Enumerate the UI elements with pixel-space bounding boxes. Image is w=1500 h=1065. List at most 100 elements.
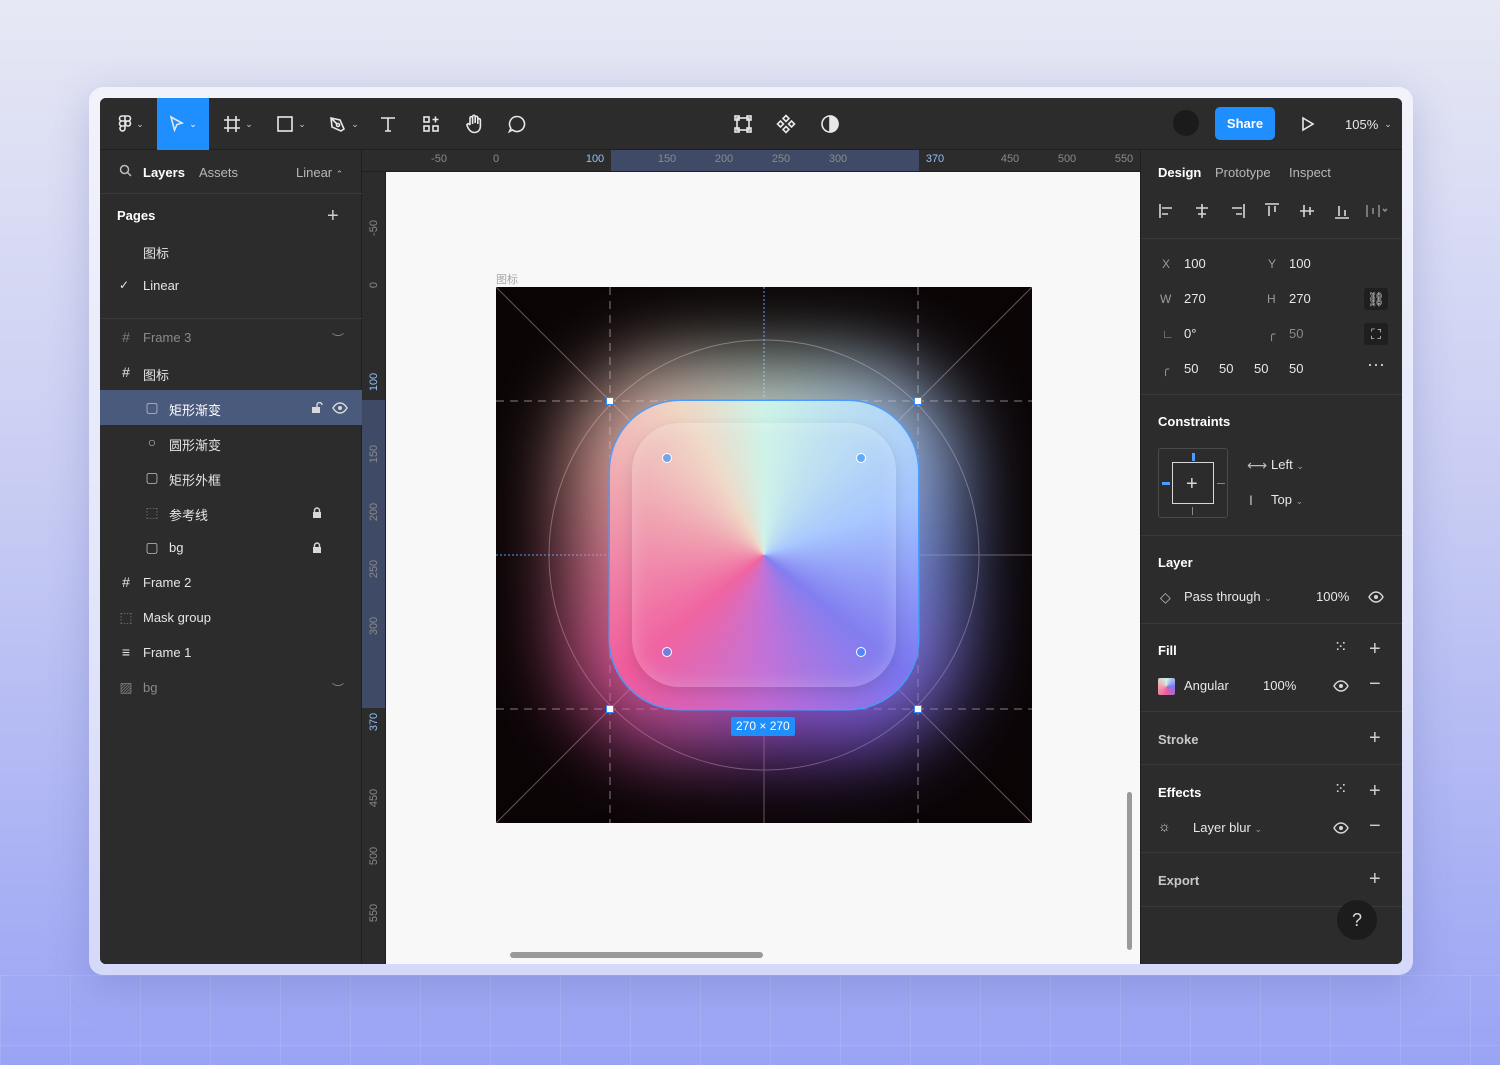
sun-icon[interactable]: ☼ [1158, 818, 1171, 834]
unlock-icon[interactable] [311, 402, 323, 414]
constraint-right-marker[interactable] [1217, 483, 1225, 484]
blend-mode-select[interactable]: Pass through ⌄ [1184, 589, 1272, 604]
constraint-top-marker[interactable] [1192, 453, 1195, 461]
resize-handle-top-left[interactable] [606, 397, 614, 405]
shape-tool-button[interactable]: ⌄ [270, 98, 312, 150]
layer-row[interactable]: ⬚ 参考线 [100, 495, 362, 530]
vertical-constraint-select[interactable]: Top ⌄ [1271, 492, 1303, 507]
tab-layers[interactable]: Layers [143, 165, 185, 180]
horizontal-scrollbar[interactable] [510, 952, 763, 958]
effect-type-select[interactable]: Layer blur ⌄ [1193, 820, 1262, 835]
share-button[interactable]: Share [1215, 107, 1275, 140]
tab-assets[interactable]: Assets [199, 165, 238, 180]
corner-br-input[interactable]: 50 [1254, 361, 1268, 376]
constrain-proportions-icon[interactable]: ⛓ [1364, 288, 1388, 310]
corner-bl-input[interactable]: 50 [1289, 361, 1303, 376]
mask-button[interactable] [817, 98, 843, 150]
lock-icon[interactable] [312, 542, 322, 554]
present-button[interactable] [1294, 98, 1320, 150]
layer-row[interactable]: ≡ Frame 1 [100, 635, 362, 670]
horizontal-constraint-select[interactable]: Left ⌄ [1271, 457, 1304, 472]
tab-inspect[interactable]: Inspect [1289, 165, 1331, 180]
artboard-frame[interactable]: 270 × 270 [496, 287, 1032, 823]
independent-corners-icon[interactable]: ⛶ [1364, 323, 1388, 345]
hand-tool-button[interactable] [461, 98, 487, 150]
align-vertical-center-icon[interactable] [1298, 202, 1316, 220]
help-button[interactable]: ? [1337, 900, 1377, 940]
layer-row[interactable]: ▨ bg ︶ [100, 670, 362, 705]
resize-handle-bottom-left[interactable] [606, 705, 614, 713]
create-component-button[interactable] [773, 98, 799, 150]
page-item-linear[interactable]: Linear [143, 278, 179, 293]
eye-icon[interactable] [1333, 822, 1349, 834]
distribute-icon[interactable] [1365, 202, 1391, 220]
layer-row[interactable]: ○ 圆形渐变 [100, 425, 362, 460]
layer-row[interactable]: # Frame 3 ︶ [100, 320, 362, 355]
styles-grid-icon[interactable]: ⁙ [1334, 640, 1347, 656]
tab-prototype[interactable]: Prototype [1215, 165, 1271, 180]
main-menu-button[interactable]: ⌄ [110, 98, 152, 150]
remove-fill-icon[interactable]: − [1369, 674, 1381, 694]
align-left-icon[interactable] [1158, 202, 1176, 220]
width-input[interactable]: 270 [1184, 291, 1206, 306]
page-item-icons[interactable]: 图标 [143, 243, 169, 262]
search-icon[interactable] [119, 164, 132, 177]
constraint-widget[interactable]: + [1158, 448, 1228, 518]
radius-handle[interactable] [662, 647, 672, 657]
constraint-left-marker[interactable] [1162, 482, 1170, 485]
styles-grid-icon[interactable]: ⁙ [1334, 782, 1347, 798]
layer-row[interactable]: ▢ bg [100, 530, 362, 565]
rotation-input[interactable]: 0° [1184, 326, 1196, 341]
comment-tool-button[interactable] [504, 98, 530, 150]
add-effect-icon[interactable]: + [1369, 781, 1381, 801]
eye-icon[interactable] [1368, 591, 1384, 603]
align-right-icon[interactable] [1228, 202, 1246, 220]
eye-icon[interactable] [332, 402, 348, 414]
lock-icon[interactable] [312, 507, 322, 519]
eye-icon[interactable] [1333, 680, 1349, 692]
hidden-eye-icon[interactable]: ︶ [332, 680, 344, 697]
fill-opacity-input[interactable]: 100% [1263, 678, 1296, 693]
hidden-eye-icon[interactable]: ︶ [332, 330, 344, 347]
layer-row[interactable]: # 图标 [100, 355, 362, 390]
x-input[interactable]: 100 [1184, 256, 1206, 271]
avatar[interactable] [1173, 110, 1199, 136]
resize-handle-top-right[interactable] [914, 397, 922, 405]
fill-type-label[interactable]: Angular [1184, 678, 1229, 693]
align-bottom-icon[interactable] [1333, 202, 1351, 220]
corner-tl-input[interactable]: 50 [1184, 361, 1198, 376]
add-export-icon[interactable]: + [1369, 869, 1381, 889]
add-stroke-icon[interactable]: + [1369, 728, 1381, 748]
layer-opacity-input[interactable]: 100% [1316, 589, 1349, 604]
edit-object-button[interactable] [730, 98, 756, 150]
tab-design[interactable]: Design [1158, 165, 1201, 180]
canvas[interactable]: 图标 270 × 270 [386, 172, 1140, 964]
radius-handle[interactable] [856, 647, 866, 657]
resize-handle-bottom-right[interactable] [914, 705, 922, 713]
vertical-scrollbar[interactable] [1127, 792, 1132, 950]
constraint-bottom-marker[interactable] [1192, 507, 1193, 515]
layer-row[interactable]: ⬚ Mask group [100, 600, 362, 635]
pen-tool-button[interactable]: ⌄ [323, 98, 365, 150]
layer-row-selected[interactable]: ▢ 矩形渐变 [100, 390, 362, 425]
layer-row[interactable]: # Frame 2 [100, 565, 362, 600]
corner-tr-input[interactable]: 50 [1219, 361, 1233, 376]
corner-radius-input[interactable]: 50 [1289, 326, 1303, 341]
radius-handle[interactable] [662, 453, 672, 463]
page-selector[interactable]: Linear ⌃ [296, 165, 343, 180]
align-horizontal-center-icon[interactable] [1193, 202, 1211, 220]
height-input[interactable]: 270 [1289, 291, 1311, 306]
layer-row[interactable]: ▢ 矩形外框 [100, 460, 362, 495]
more-options-icon[interactable]: ··· [1367, 355, 1385, 373]
frame-tool-button[interactable]: ⌄ [217, 98, 259, 150]
components-tool-button[interactable] [418, 98, 444, 150]
frame-label[interactable]: 图标 [496, 271, 518, 287]
align-top-icon[interactable] [1263, 202, 1281, 220]
zoom-control[interactable]: 105% ⌄ [1345, 98, 1392, 150]
remove-effect-icon[interactable]: − [1369, 816, 1381, 836]
text-tool-button[interactable] [375, 98, 401, 150]
add-fill-icon[interactable]: + [1369, 639, 1381, 659]
y-input[interactable]: 100 [1289, 256, 1311, 271]
add-page-icon[interactable]: + [327, 206, 339, 226]
fill-swatch[interactable] [1158, 678, 1175, 695]
